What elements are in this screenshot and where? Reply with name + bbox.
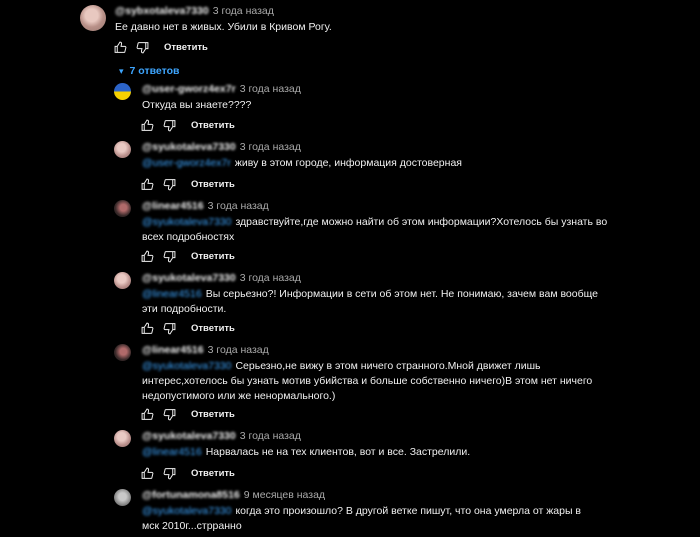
comment-text: @syukotaleva7330 когда это произошло? В д…	[142, 504, 582, 534]
comment-date[interactable]: 3 года назад	[213, 5, 274, 17]
mention-link[interactable]: @linear4516	[142, 288, 202, 300]
comment-date[interactable]: 3 года назад	[240, 141, 301, 153]
comment-body: Откуда вы знаете????	[142, 99, 252, 111]
comment-date[interactable]: 3 года назад	[208, 344, 269, 356]
avatar[interactable]	[114, 489, 131, 506]
like-icon[interactable]	[141, 119, 154, 132]
comment-date[interactable]: 3 года назад	[240, 83, 301, 95]
dislike-icon[interactable]	[163, 322, 176, 335]
reply-button[interactable]: Ответить	[191, 468, 235, 479]
comment-body: Нарвалась не на тех клиентов, вот и все.…	[205, 446, 471, 458]
comment-author[interactable]: @linear4516	[142, 344, 204, 356]
comment-text: @syukotaleva7330 здравствуйте,где можно н…	[142, 215, 612, 245]
avatar[interactable]	[114, 141, 131, 158]
like-icon[interactable]	[141, 408, 154, 421]
comment-body: живу в этом городе, информация достоверн…	[234, 157, 462, 169]
avatar[interactable]	[80, 5, 106, 31]
avatar[interactable]	[114, 200, 131, 217]
like-icon[interactable]	[141, 178, 154, 191]
comment-text: Откуда вы знаете????	[142, 98, 662, 113]
mention-link[interactable]: @user-gworz4ex7r	[142, 157, 231, 169]
replies-count: 7 ответов	[129, 65, 180, 77]
reply-button[interactable]: Ответить	[191, 251, 235, 262]
dislike-icon[interactable]	[163, 408, 176, 421]
like-icon[interactable]	[114, 41, 127, 54]
comment-text: @linear4516 Нарвалась не на тех клиентов,…	[142, 445, 642, 460]
comment-text: @syukotaleva7330 Серьезно,не вижу в этом …	[142, 359, 622, 404]
mention-link[interactable]: @syukotaleva7330	[142, 216, 231, 228]
comment-date[interactable]: 3 года назад	[208, 200, 269, 212]
dislike-icon[interactable]	[136, 41, 149, 54]
reply-button[interactable]: Ответить	[191, 409, 235, 420]
reply-button[interactable]: Ответить	[164, 42, 208, 53]
dislike-icon[interactable]	[163, 250, 176, 263]
comment-text: @linear4516 Вы серьезно?! Информации в се…	[142, 287, 602, 317]
dislike-icon[interactable]	[163, 467, 176, 480]
avatar[interactable]	[114, 272, 131, 289]
comment-body: Вы серьезно?! Информации в сети об этом …	[142, 288, 598, 315]
reply-button[interactable]: Ответить	[191, 179, 235, 190]
avatar[interactable]	[114, 430, 131, 447]
comment-date[interactable]: 3 года назад	[240, 272, 301, 284]
comment-text: @user-gworz4ex7r живу в этом городе, инфо…	[142, 156, 662, 171]
comment-author[interactable]: @syukotaleva7330	[142, 272, 236, 284]
like-icon[interactable]	[141, 322, 154, 335]
replies-toggle-button[interactable]: ▾ 7 ответов	[119, 65, 179, 77]
dislike-icon[interactable]	[163, 178, 176, 191]
comment-author[interactable]: @linear4516	[142, 200, 204, 212]
comment-text: Ее давно нет в живых. Убили в Кривом Рог…	[115, 21, 332, 33]
comment-author[interactable]: @syukotaleva7330	[142, 430, 236, 442]
mention-link[interactable]: @linear4516	[142, 446, 202, 458]
like-icon[interactable]	[141, 250, 154, 263]
comment-author[interactable]: @user-gworz4ex7r	[142, 83, 236, 95]
reply-button[interactable]: Ответить	[191, 323, 235, 334]
dislike-icon[interactable]	[163, 119, 176, 132]
chevron-down-icon: ▾	[119, 65, 124, 76]
comment-author[interactable]: @syukotaleva7330	[142, 141, 236, 153]
like-icon[interactable]	[141, 467, 154, 480]
comment-date[interactable]: 3 года назад	[240, 430, 301, 442]
comment-author[interactable]: @fortunamona8516	[142, 489, 240, 501]
avatar[interactable]	[114, 344, 131, 361]
comment-author[interactable]: @sybxotaleva7330	[115, 5, 209, 17]
mention-link[interactable]: @syukotaleva7330	[142, 505, 231, 517]
reply-button[interactable]: Ответить	[191, 120, 235, 131]
comment-date[interactable]: 9 месяцев назад	[244, 489, 325, 501]
avatar[interactable]	[114, 83, 131, 100]
mention-link[interactable]: @syukotaleva7330	[142, 360, 231, 372]
